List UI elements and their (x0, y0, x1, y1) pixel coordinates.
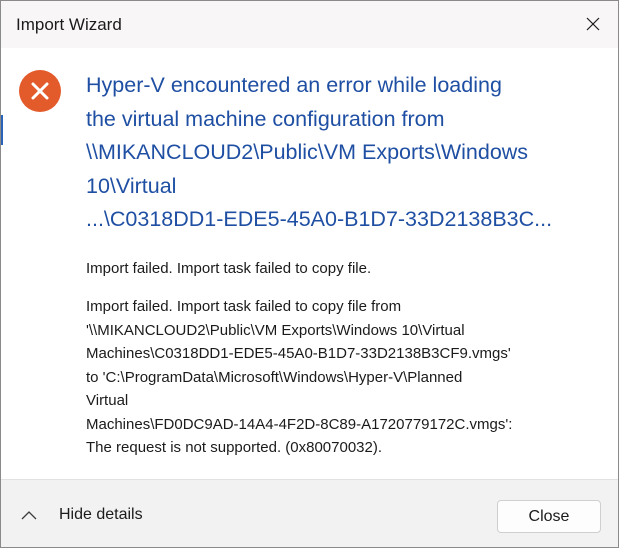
title-close-button[interactable] (571, 6, 615, 42)
close-icon (586, 17, 600, 31)
error-details: Import failed. Import task failed to cop… (86, 295, 611, 460)
hide-details-toggle[interactable]: Hide details (21, 502, 143, 528)
close-button[interactable]: Close (497, 500, 601, 533)
summary-text: Import failed. Import task failed to cop… (86, 260, 372, 277)
details-line: Machines\C0318DD1-EDE5-45A0-B1D7-33D2138… (86, 345, 511, 362)
window-title: Import Wizard (16, 15, 122, 34)
hide-details-label: Hide details (59, 506, 143, 523)
headline-line: the virtual machine configuration from (86, 106, 445, 131)
error-summary: Import failed. Import task failed to cop… (86, 257, 611, 281)
error-headline: Hyper-V encountered an error while loadi… (86, 69, 611, 237)
details-line: '\\MIKANCLOUD2\Public\VM Exports\Windows… (86, 321, 465, 339)
headline-line: \\MIKANCLOUD2\Public\VM Exports\Windows (86, 140, 529, 164)
details-line: Machines\FD0DC9AD-14A4-4F2D-8C89-A172077… (86, 415, 513, 433)
dialog-footer: Hide details Close (1, 479, 618, 547)
import-wizard-dialog: Import Wizard Hyper-V encountered an err… (0, 0, 619, 548)
chevron-up-icon (21, 510, 37, 520)
title-bar: Import Wizard (1, 1, 618, 48)
details-line: to 'C:\ProgramData\Microsoft\Windows\Hyp… (86, 368, 463, 386)
details-line: The request is not supported. (0x8007003… (86, 439, 383, 456)
headline-line: Hyper-V encountered an error while loadi… (86, 73, 502, 97)
details-line: Virtual (86, 392, 129, 409)
headline-line: 10\Virtual (86, 173, 177, 198)
focus-accent (1, 115, 3, 145)
details-line: Import failed. Import task failed to cop… (86, 298, 402, 315)
error-x-circle-icon (19, 70, 61, 112)
headline-line: ...\C0318DD1-EDE5-45A0-B1D7-33D2138B3C..… (86, 207, 553, 231)
